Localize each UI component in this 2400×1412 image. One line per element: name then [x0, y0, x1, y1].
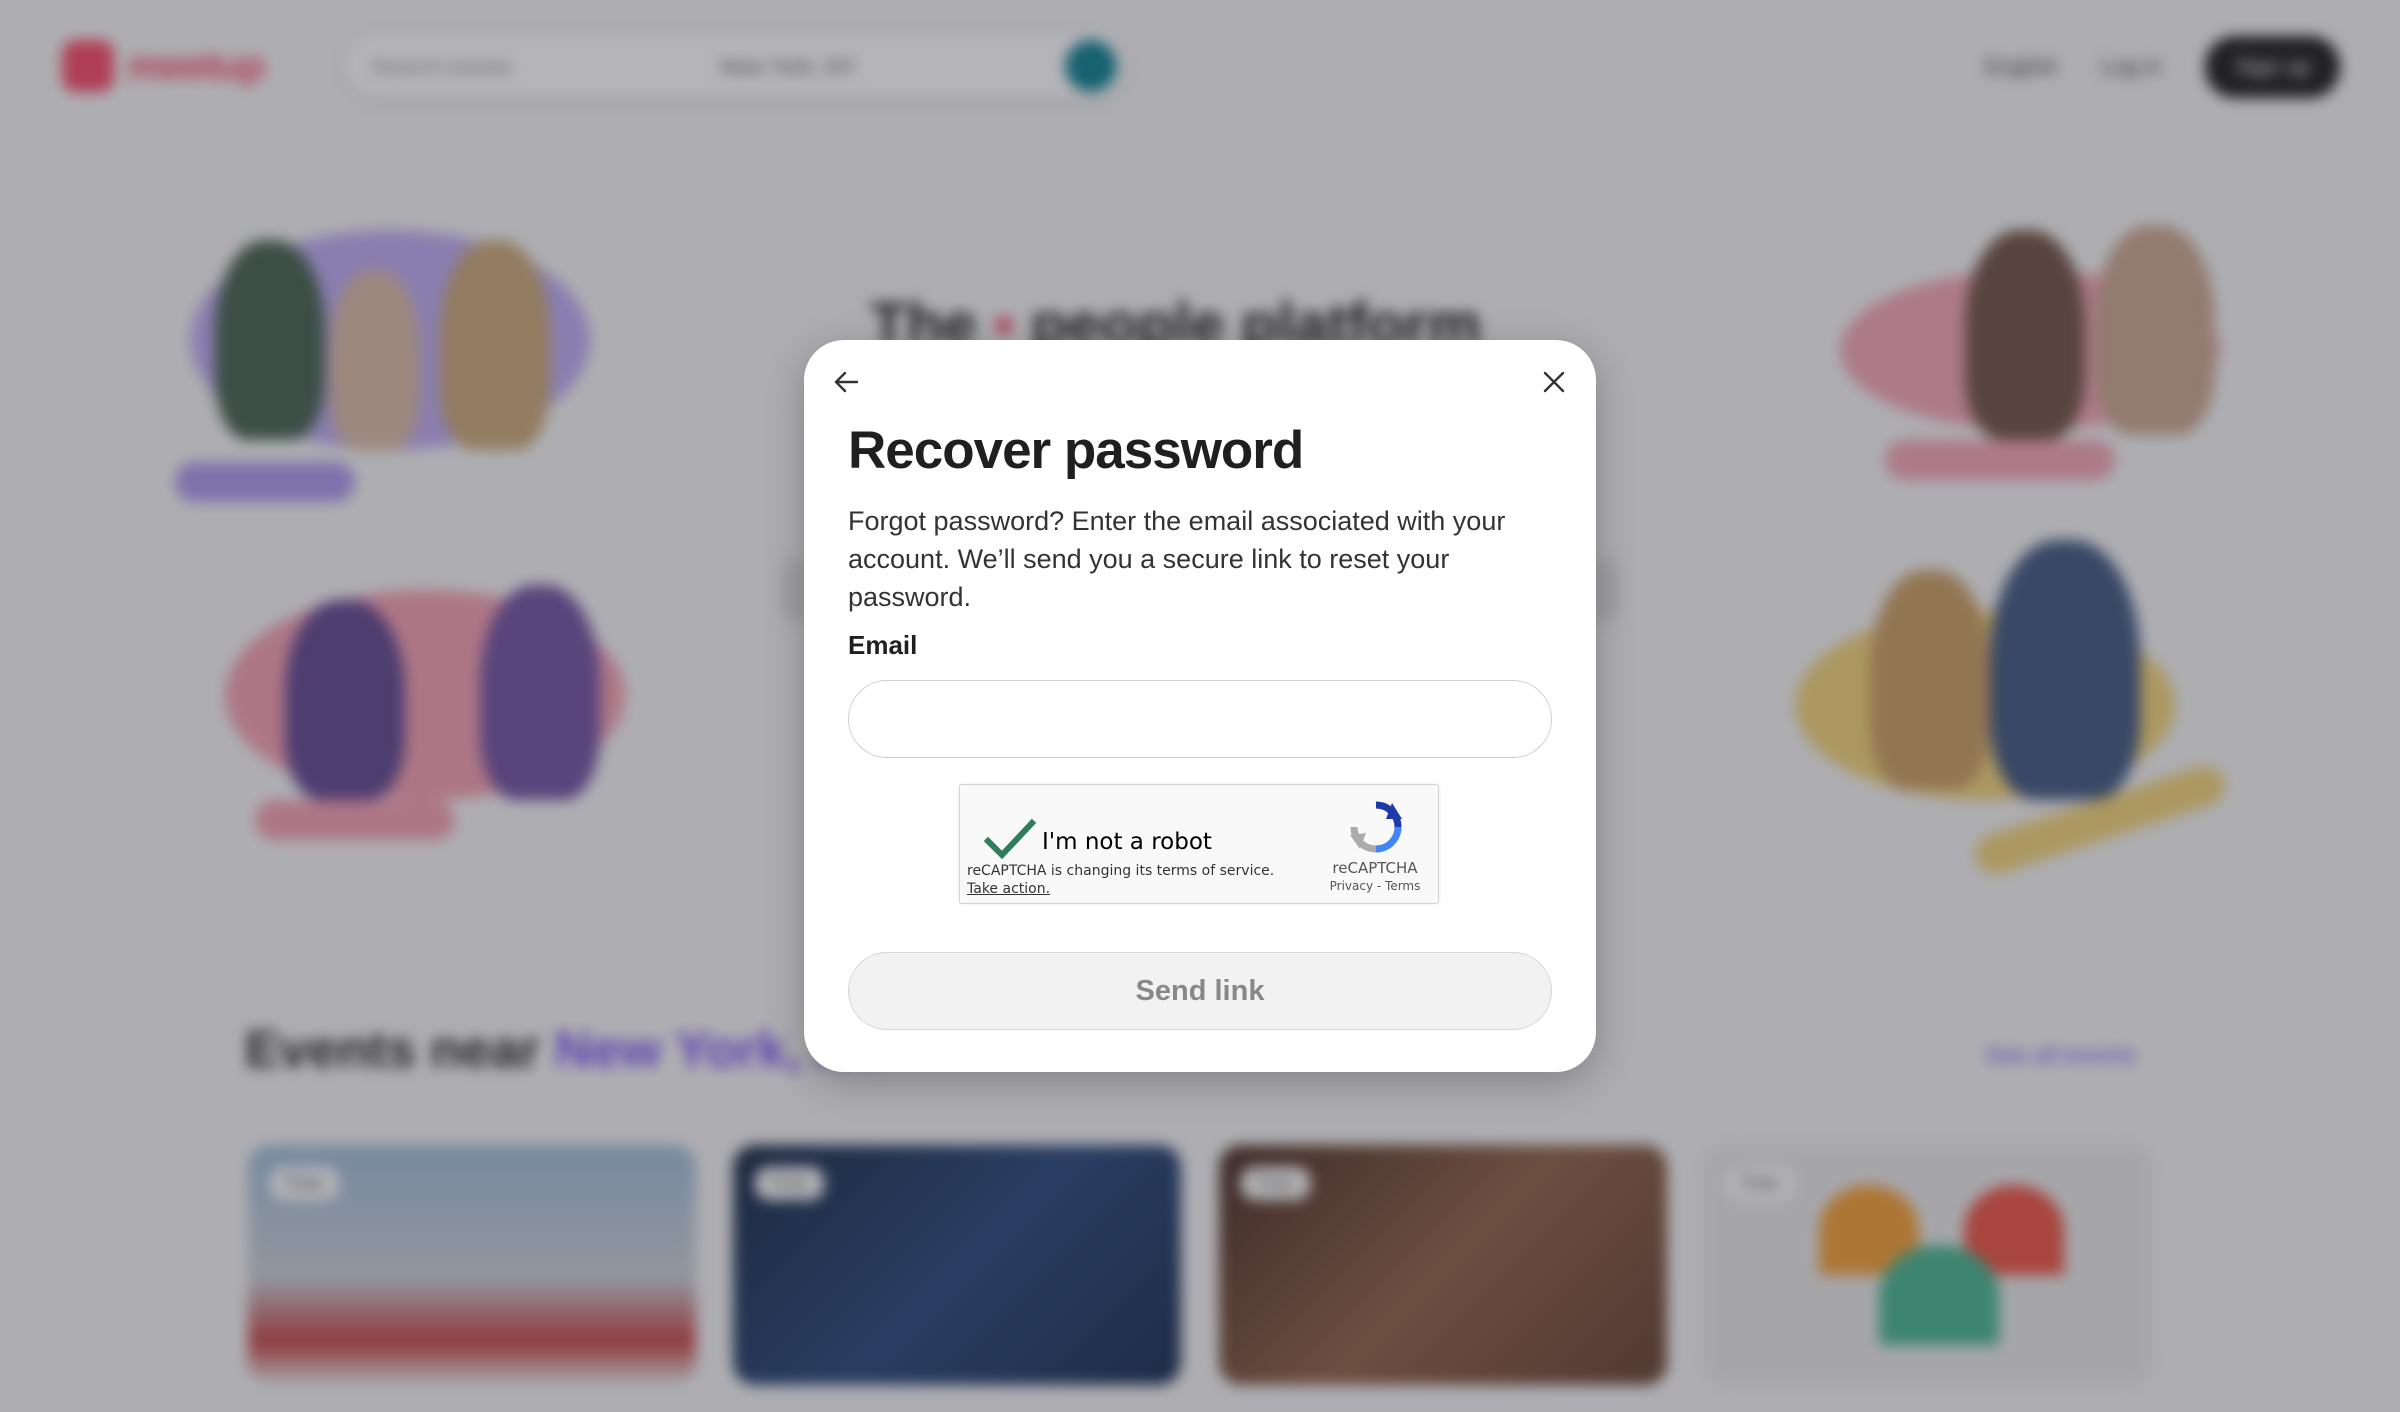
dialog-title: Recover password	[848, 421, 1304, 480]
dialog-description: Forgot password? Enter the email associa…	[848, 506, 1506, 612]
recaptcha-take-action-link[interactable]: Take action.	[967, 881, 1050, 897]
recaptcha-checkbox[interactable]	[982, 815, 1038, 863]
recover-password-dialog: Recover password Forgot password? Enter …	[804, 340, 1596, 1072]
back-button[interactable]	[824, 360, 868, 404]
send-link-button[interactable]: Send link	[848, 952, 1552, 1030]
recaptcha-privacy-terms[interactable]: Privacy - Terms	[1320, 879, 1430, 893]
recaptcha-widget: I'm not a robot reCAPTCHA is changing it…	[959, 784, 1439, 904]
close-button[interactable]	[1532, 360, 1576, 404]
recaptcha-logo-icon	[1350, 801, 1402, 853]
recaptcha-brand: reCAPTCHA	[1332, 859, 1418, 877]
recaptcha-notice: reCAPTCHA is changing its terms of servi…	[967, 863, 1275, 879]
arrow-left-icon	[834, 371, 859, 393]
email-label: Email	[848, 630, 918, 660]
checkmark-icon	[983, 818, 1037, 860]
close-icon	[1543, 371, 1565, 393]
recaptcha-label: I'm not a robot	[1042, 829, 1212, 855]
email-field[interactable]	[848, 680, 1552, 758]
